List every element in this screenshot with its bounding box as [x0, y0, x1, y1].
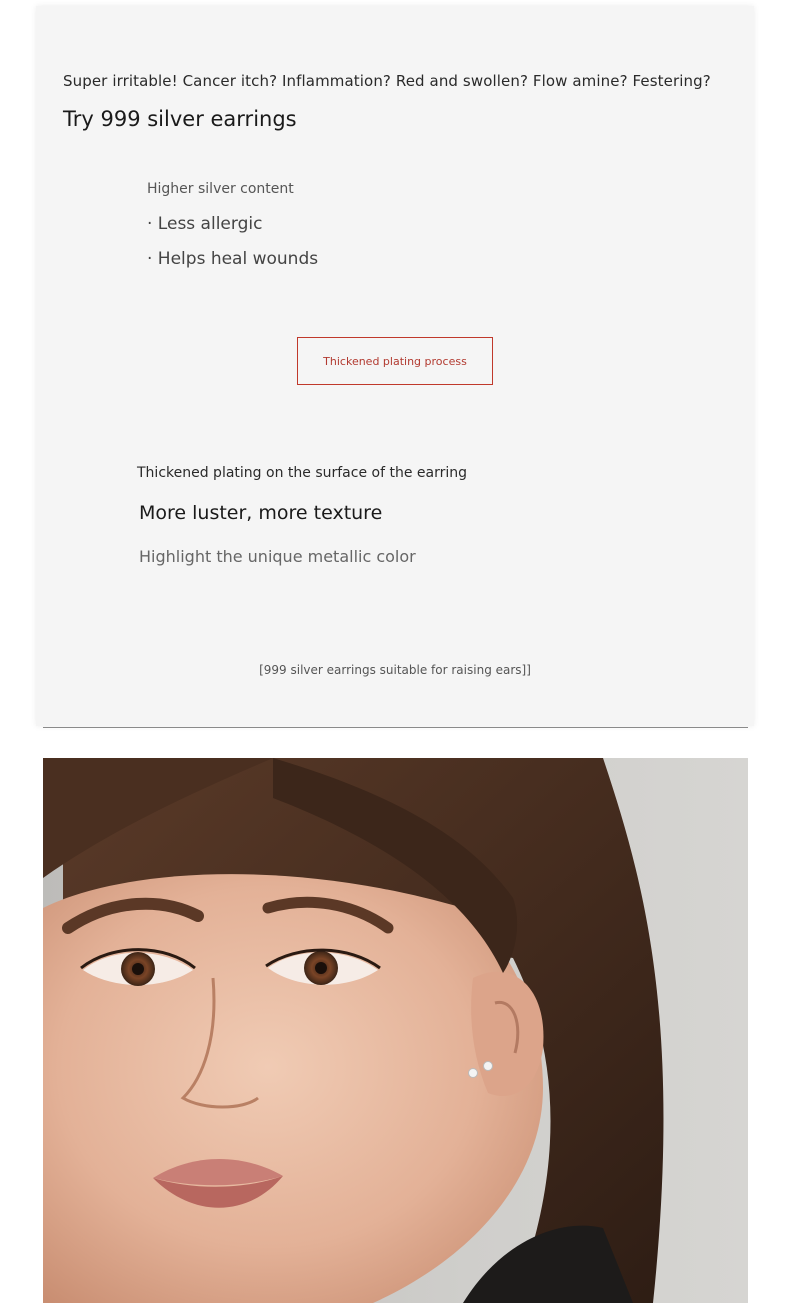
model-earring-photo: [43, 758, 748, 1303]
benefit-less-allergic: · Less allergic: [147, 214, 263, 234]
model-portrait-illustration: [43, 758, 748, 1303]
benefit-heal-wounds: · Helps heal wounds: [147, 249, 319, 269]
plating-heading: Thickened plating on the surface of the …: [137, 465, 467, 481]
main-headline: Try 999 silver earrings: [63, 107, 297, 131]
plating-process-button[interactable]: Thickened plating process: [297, 337, 493, 385]
product-info-panel: Super irritable! Cancer itch? Inflammati…: [36, 6, 754, 726]
footnote-text: [999 silver earrings suitable for raisin…: [259, 663, 531, 677]
section-divider: [43, 727, 748, 728]
silver-content-heading: Higher silver content: [147, 181, 294, 197]
plating-description: Highlight the unique metallic color: [139, 547, 416, 566]
plating-headline: More luster, more texture: [139, 502, 383, 524]
symptoms-text: Super irritable! Cancer itch? Inflammati…: [63, 72, 711, 90]
